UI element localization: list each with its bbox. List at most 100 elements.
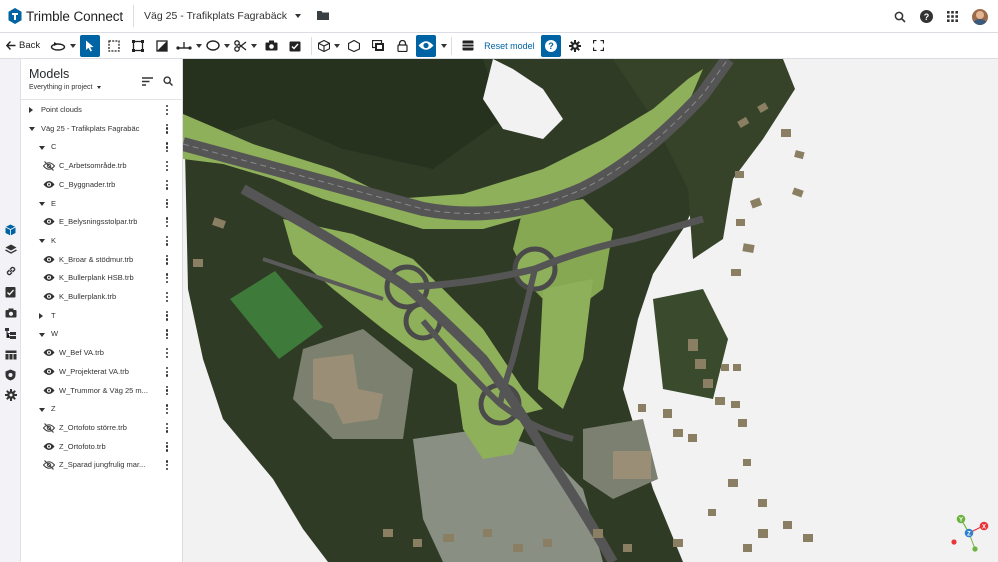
back-button[interactable]: Back bbox=[6, 40, 40, 51]
scope-selector[interactable]: Everything in project bbox=[29, 84, 102, 91]
more-options-icon[interactable] bbox=[166, 198, 169, 210]
caret-down-icon[interactable] bbox=[39, 407, 45, 412]
3d-viewport[interactable]: Y X Z bbox=[183, 59, 998, 562]
more-options-icon[interactable] bbox=[166, 348, 169, 359]
more-options-icon[interactable] bbox=[166, 460, 169, 471]
fullscreen-tool[interactable] bbox=[589, 35, 609, 57]
folder-icon[interactable] bbox=[317, 10, 330, 23]
help-icon[interactable]: ? bbox=[920, 10, 933, 23]
table-icon[interactable] bbox=[4, 348, 17, 361]
tree-folder-row[interactable]: Point clouds bbox=[21, 101, 183, 119]
chevron-down-icon[interactable] bbox=[441, 43, 448, 48]
more-options-icon[interactable] bbox=[166, 235, 169, 247]
more-options-icon[interactable] bbox=[166, 123, 169, 135]
more-options-icon[interactable] bbox=[166, 105, 169, 116]
shield-icon[interactable] bbox=[4, 368, 17, 381]
todo-icon[interactable] bbox=[4, 285, 17, 298]
tree-file-row[interactable]: W_Projekterat VA.trb bbox=[21, 363, 183, 381]
tree-folder-row[interactable]: W bbox=[21, 325, 183, 343]
more-options-icon[interactable] bbox=[166, 385, 169, 397]
more-options-icon[interactable] bbox=[166, 441, 169, 453]
more-options-icon[interactable] bbox=[166, 161, 169, 172]
select-tool[interactable] bbox=[80, 34, 101, 57]
more-options-icon[interactable] bbox=[166, 422, 169, 434]
more-options-icon[interactable] bbox=[166, 366, 169, 378]
camera-icon[interactable] bbox=[4, 306, 17, 319]
settings-tool[interactable] bbox=[565, 35, 585, 57]
checklist-tool[interactable] bbox=[285, 35, 305, 57]
user-avatar[interactable] bbox=[972, 8, 988, 25]
caret-down-icon[interactable] bbox=[39, 239, 45, 244]
eye-icon[interactable] bbox=[43, 180, 55, 191]
tree-file-row[interactable]: K_Broar & stödmur.trb bbox=[21, 251, 183, 269]
link-icon[interactable] bbox=[4, 264, 17, 277]
caret-down-icon[interactable] bbox=[39, 332, 45, 337]
tree-file-row[interactable]: Z_Ortofoto.trb bbox=[21, 438, 183, 456]
measure-tool[interactable] bbox=[176, 35, 203, 57]
visibility-tool[interactable] bbox=[416, 34, 437, 57]
search-icon[interactable] bbox=[163, 73, 174, 91]
tree-folder-row[interactable]: C bbox=[21, 138, 183, 156]
eye-icon[interactable] bbox=[43, 348, 55, 359]
tree-folder-row[interactable]: K bbox=[21, 232, 183, 250]
more-options-icon[interactable] bbox=[166, 310, 169, 322]
app-logo[interactable]: Trimble Connect bbox=[8, 0, 123, 33]
cube-view-tool[interactable] bbox=[318, 35, 341, 57]
clip-box-tool[interactable] bbox=[152, 35, 172, 57]
tree-file-row[interactable]: W_Bef VA.trb bbox=[21, 344, 183, 362]
area-select-tool[interactable] bbox=[128, 35, 148, 57]
more-options-icon[interactable] bbox=[166, 292, 169, 303]
eye-off-icon[interactable] bbox=[42, 161, 56, 173]
layers-view-tool[interactable] bbox=[368, 35, 388, 57]
more-options-icon[interactable] bbox=[166, 404, 169, 415]
eye-icon[interactable] bbox=[43, 442, 55, 453]
snapshot-tool[interactable] bbox=[261, 35, 281, 57]
more-options-icon[interactable] bbox=[166, 142, 169, 153]
eye-icon[interactable] bbox=[43, 217, 55, 228]
markup-tool[interactable] bbox=[206, 35, 231, 57]
tree-file-row[interactable]: W_Trummor & Väg 25 m... bbox=[21, 382, 183, 400]
eye-icon[interactable] bbox=[43, 255, 55, 266]
eye-icon[interactable] bbox=[43, 273, 55, 284]
tree-file-row[interactable]: E_Belysningsstolpar.trb bbox=[21, 213, 183, 231]
lock-tool[interactable] bbox=[392, 35, 412, 57]
search-icon[interactable] bbox=[894, 11, 906, 23]
eye-icon[interactable] bbox=[43, 367, 55, 378]
tree-folder-row[interactable]: Väg 25 - Trafikplats Fagrabäck bbox=[21, 120, 183, 138]
cut-tool[interactable] bbox=[234, 35, 258, 57]
caret-down-icon[interactable] bbox=[39, 145, 45, 150]
tree-file-row[interactable]: K_Bullerplank HSB.trb bbox=[21, 269, 183, 287]
tree-file-row[interactable]: K_Bullerplank.trb bbox=[21, 288, 183, 306]
tree-file-row[interactable]: C_Arbetsområde.trb bbox=[21, 157, 183, 175]
eye-off-icon[interactable] bbox=[42, 460, 56, 472]
caret-down-icon[interactable] bbox=[29, 127, 35, 132]
more-options-icon[interactable] bbox=[166, 254, 169, 266]
project-selector[interactable]: Väg 25 - Trafikplats Fagrabäck bbox=[144, 10, 330, 23]
gear-icon[interactable] bbox=[4, 388, 17, 401]
eye-icon[interactable] bbox=[43, 386, 55, 397]
sort-icon[interactable] bbox=[142, 73, 153, 91]
hierarchy-icon[interactable] bbox=[4, 327, 17, 340]
caret-down-icon[interactable] bbox=[39, 202, 45, 206]
axis-gizmo[interactable]: Y X Z bbox=[951, 514, 989, 552]
reset-model-button[interactable]: Reset model bbox=[484, 41, 535, 51]
box-select-tool[interactable] bbox=[104, 35, 124, 57]
apps-grid-icon[interactable] bbox=[947, 11, 958, 22]
more-options-icon[interactable] bbox=[166, 217, 169, 228]
eye-off-icon[interactable] bbox=[42, 422, 56, 435]
layers-icon[interactable] bbox=[4, 243, 17, 256]
tree-file-row[interactable]: Z_Sparad jungfrulig mar... bbox=[21, 456, 183, 474]
help-tool[interactable]: ? bbox=[540, 34, 561, 57]
more-options-icon[interactable] bbox=[166, 273, 169, 284]
tree-file-row[interactable]: Z_Ortofoto större.trb bbox=[21, 419, 183, 437]
tree-folder-row[interactable]: T bbox=[21, 307, 183, 325]
caret-right-icon[interactable] bbox=[29, 107, 33, 113]
model-cube-icon[interactable] bbox=[4, 223, 17, 236]
tree-folder-row[interactable]: E bbox=[21, 195, 183, 213]
more-options-icon[interactable] bbox=[166, 329, 169, 340]
grid-tool[interactable] bbox=[458, 35, 478, 57]
orbit-tool[interactable] bbox=[50, 35, 77, 57]
caret-right-icon[interactable] bbox=[39, 312, 43, 319]
eye-icon[interactable] bbox=[43, 292, 55, 303]
ghost-tool[interactable] bbox=[344, 35, 364, 57]
